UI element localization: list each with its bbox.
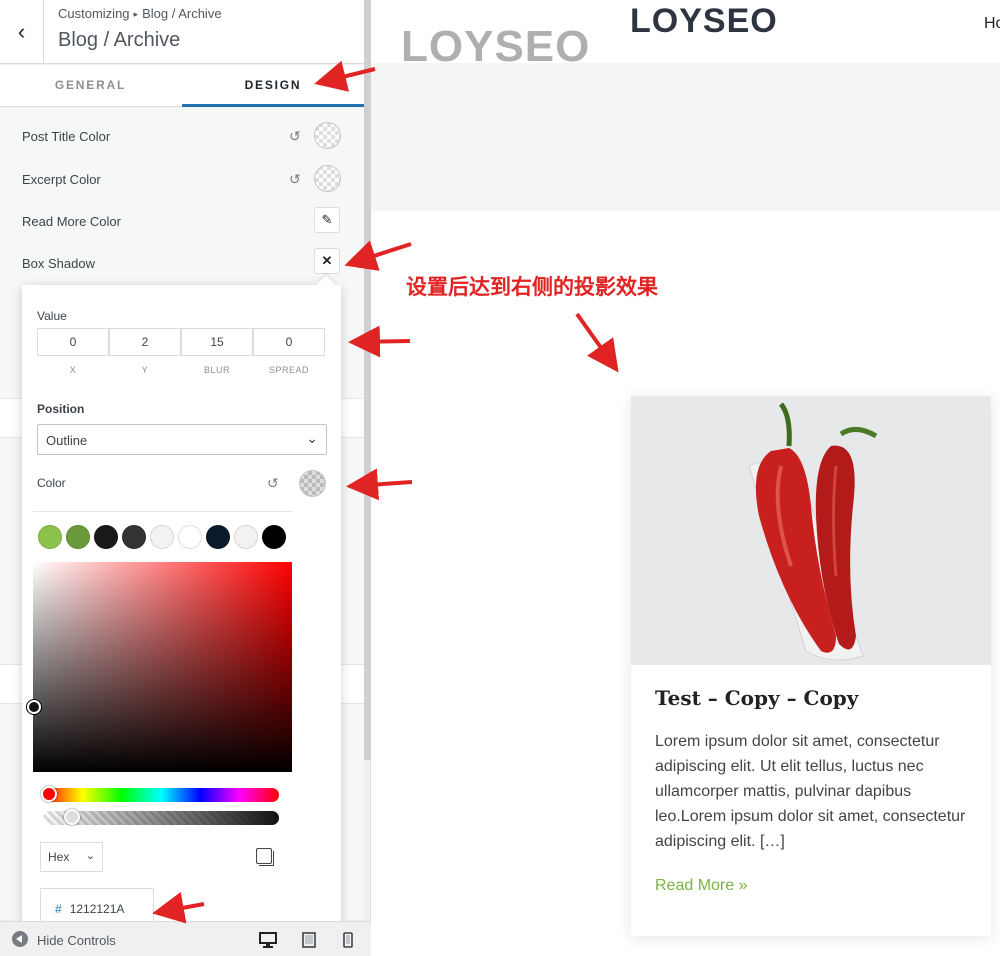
- mobile-icon[interactable]: [343, 932, 353, 951]
- palette-swatch[interactable]: [66, 525, 90, 549]
- color-format-select[interactable]: Hex ⌄: [40, 842, 103, 872]
- back-button[interactable]: ‹: [0, 0, 44, 63]
- palette-swatch[interactable]: [122, 525, 146, 549]
- box-shadow-label: Box Shadow: [22, 256, 95, 271]
- read-more-color-edit-button[interactable]: ✎: [314, 207, 340, 233]
- color-format-value: Hex: [48, 850, 70, 864]
- alpha-slider-handle[interactable]: [64, 809, 80, 825]
- tab-design[interactable]: DESIGN: [182, 65, 364, 107]
- breadcrumb-root: Customizing: [58, 6, 130, 21]
- pencil-icon: ✎: [321, 212, 333, 227]
- breadcrumb-section: Blog / Archive: [142, 6, 222, 21]
- x-caption: X: [69, 365, 77, 375]
- site-logo[interactable]: LOYSEO: [630, 2, 778, 41]
- chili-peppers-image: [631, 396, 991, 665]
- post-title-color-swatch[interactable]: [314, 122, 341, 149]
- shadow-blur-input[interactable]: 15: [181, 328, 253, 356]
- customizer-sidebar: ‹ Customizing ▸ Blog / Archive Blog / Arch…: [0, 0, 371, 956]
- page-hero-band: [371, 63, 1000, 211]
- box-shadow-close-button[interactable]: ✕: [314, 248, 340, 274]
- saturation-value-area[interactable]: [33, 562, 292, 772]
- chevron-left-icon: ‹: [17, 18, 26, 44]
- position-value: Outline: [46, 433, 88, 448]
- palette-swatch[interactable]: [94, 525, 118, 549]
- page-title: Blog / Archive: [58, 29, 181, 51]
- shadow-x-input[interactable]: 0: [37, 328, 109, 356]
- watermark-logo: LOYSEO: [401, 22, 591, 71]
- box-shadow-popover: Value 0 2 15 0 X Y BLUR SPREAD Position …: [22, 285, 341, 926]
- shadow-spread-input[interactable]: 0: [253, 328, 325, 356]
- hue-slider[interactable]: [43, 788, 279, 802]
- tab-bar: GENERAL DESIGN: [0, 65, 364, 107]
- blur-caption: BLUR: [203, 365, 230, 375]
- position-select[interactable]: Outline ⌄: [37, 424, 327, 455]
- annotation-text: 设置后达到右侧的投影效果: [406, 276, 658, 299]
- shadow-color-swatch[interactable]: [299, 470, 326, 497]
- hex-value: 1212121A: [69, 902, 125, 916]
- post-card: Test – Copy – Copy Lorem ipsum dolor sit…: [631, 396, 991, 936]
- close-icon: ✕: [321, 253, 333, 268]
- tablet-icon[interactable]: [302, 932, 316, 951]
- breadcrumb-separator: ▸: [133, 9, 139, 19]
- palette-swatch[interactable]: [262, 525, 286, 549]
- chevron-down-icon: ⌄: [85, 850, 95, 862]
- palette-swatch[interactable]: [206, 525, 230, 549]
- palette-swatch[interactable]: [178, 525, 202, 549]
- reset-icon[interactable]: ↺: [289, 171, 301, 188]
- shadow-y-input[interactable]: 2: [109, 328, 181, 356]
- palette-swatch[interactable]: [150, 525, 174, 549]
- value-label: Value: [37, 309, 67, 323]
- color-picker-handle[interactable]: [27, 700, 41, 714]
- spread-caption: SPREAD: [268, 365, 309, 375]
- post-excerpt: Lorem ipsum dolor sit amet, consectetur …: [655, 733, 966, 850]
- palette-swatch[interactable]: [38, 525, 62, 549]
- customizer-footer: Hide Controls: [0, 921, 371, 956]
- palette-swatch[interactable]: [234, 525, 258, 549]
- read-more-link[interactable]: Read More »: [655, 877, 748, 895]
- position-label: Position: [37, 402, 85, 416]
- color-picker: Hex ⌄ #1212121A: [27, 511, 292, 926]
- read-more-color-label: Read More Color: [22, 214, 121, 229]
- tab-general[interactable]: GENERAL: [0, 65, 181, 107]
- customizer-header: ‹ Customizing ▸ Blog / Archive Blog / Arch…: [0, 0, 364, 64]
- scrollbar[interactable]: [364, 0, 371, 760]
- reset-icon[interactable]: ↺: [267, 475, 279, 492]
- post-title-color-label: Post Title Color: [22, 129, 111, 144]
- hue-slider-handle[interactable]: [41, 786, 57, 802]
- breadcrumb: Customizing ▸ Blog / Archive: [58, 6, 222, 21]
- copy-icon[interactable]: [256, 848, 274, 866]
- excerpt-color-swatch[interactable]: [314, 165, 341, 192]
- chevron-down-icon: ⌄: [306, 430, 318, 446]
- excerpt-color-label: Excerpt Color: [22, 172, 101, 187]
- hash-icon: #: [55, 902, 62, 916]
- post-thumbnail[interactable]: [631, 396, 991, 665]
- collapse-icon[interactable]: [12, 931, 28, 947]
- desktop-icon[interactable]: [259, 932, 277, 951]
- site-preview: LOYSEO Ho 设置后达到右侧的投影效果 Test – Copy – Cop…: [371, 0, 1000, 956]
- hide-controls-button[interactable]: Hide Controls: [37, 933, 116, 948]
- nav-item-home[interactable]: Ho: [984, 15, 1000, 33]
- post-title[interactable]: Test – Copy – Copy: [655, 686, 858, 710]
- reset-icon[interactable]: ↺: [289, 128, 301, 145]
- y-caption: Y: [141, 365, 149, 375]
- color-label: Color: [37, 476, 66, 490]
